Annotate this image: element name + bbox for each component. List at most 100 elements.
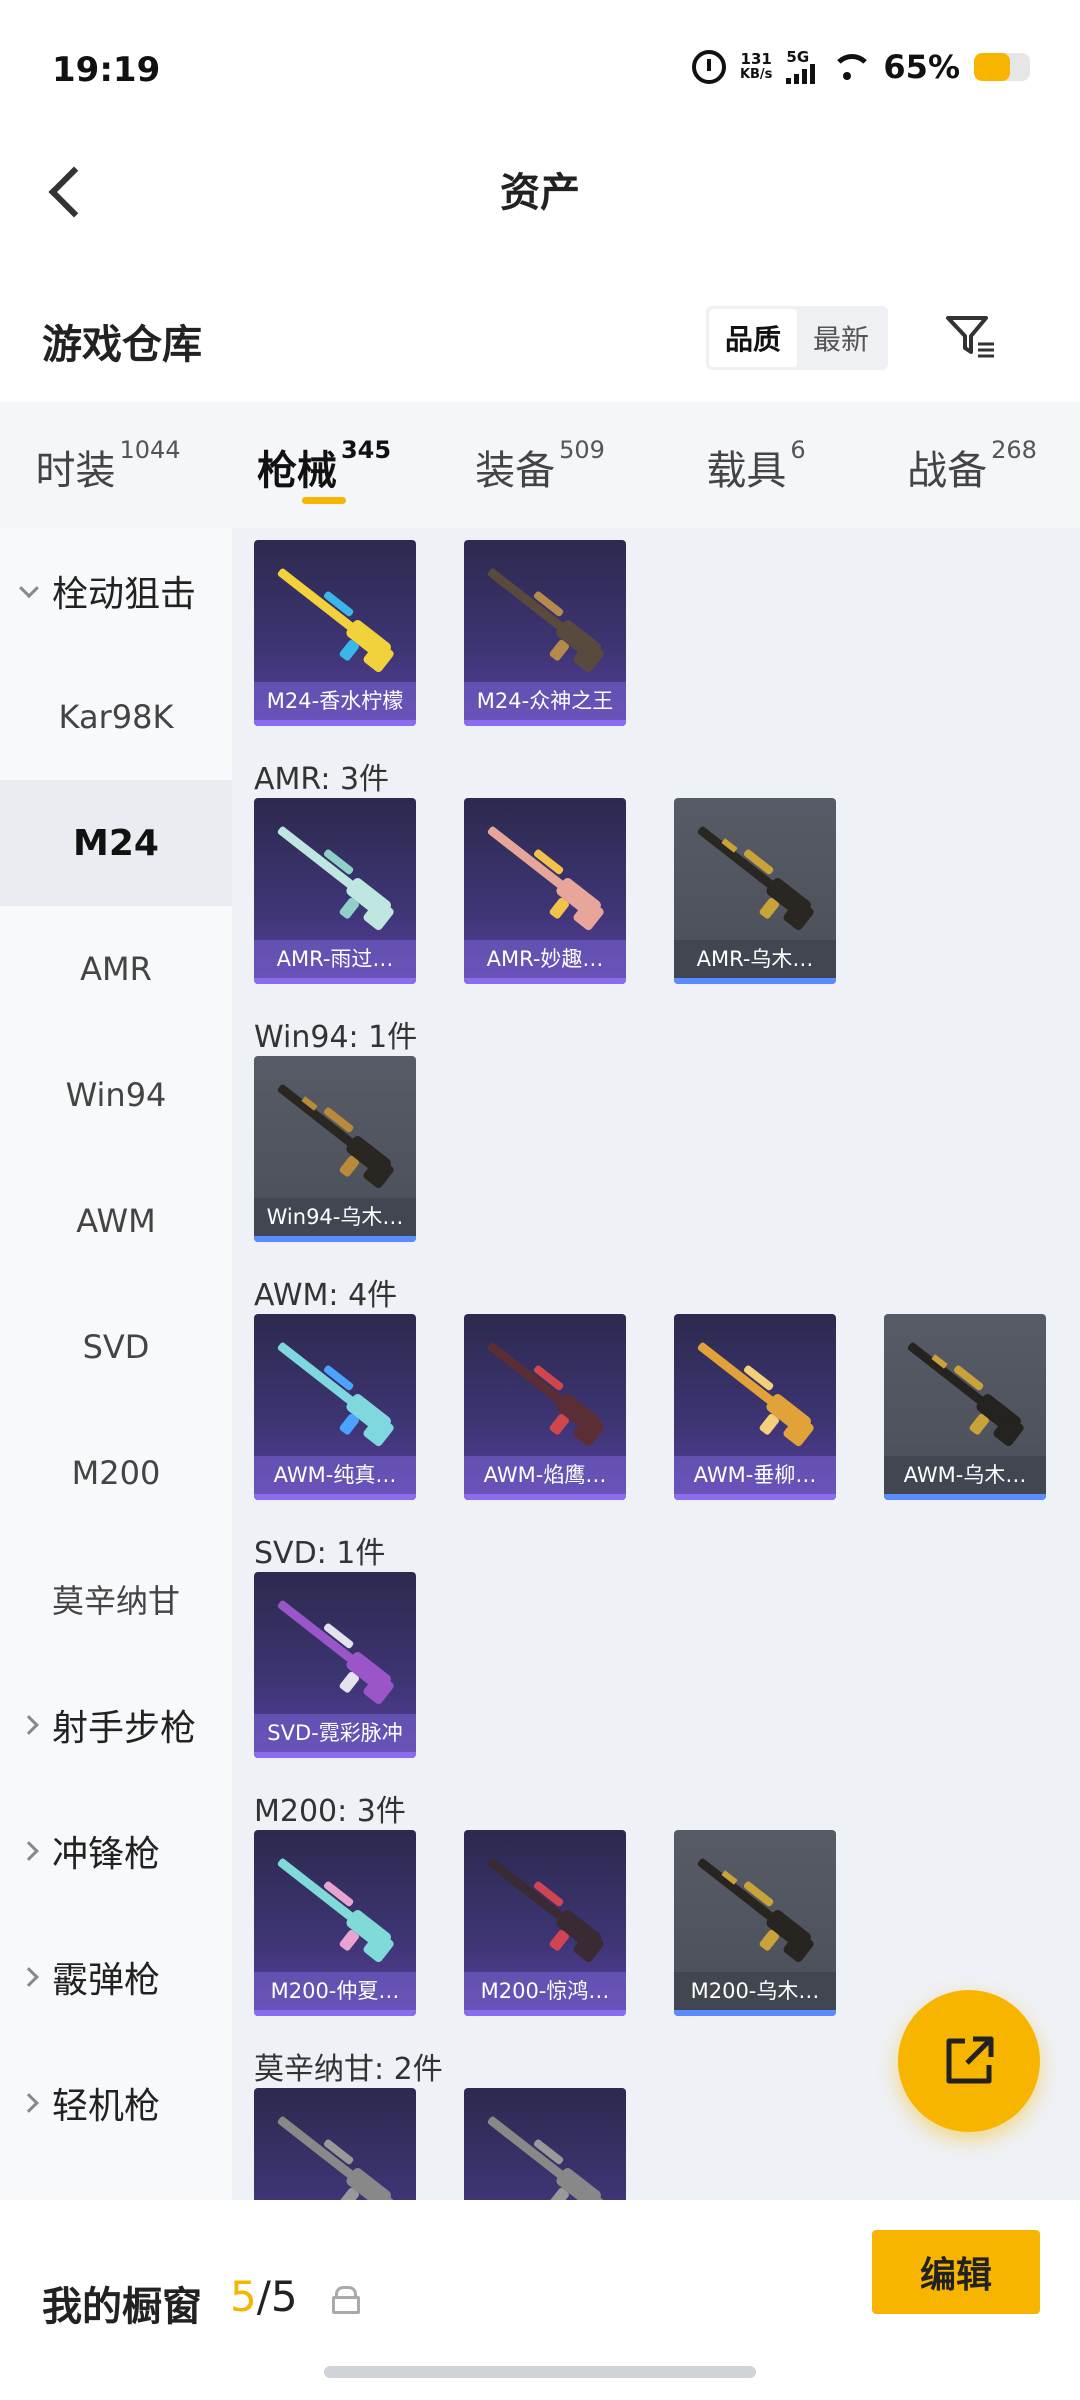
- sidebar-item[interactable]: 莫辛纳甘: [0, 1536, 232, 1662]
- sidebar-label: Kar98K: [58, 698, 174, 736]
- edit-button[interactable]: 编辑: [872, 2230, 1040, 2314]
- section-header: Win94: 1件: [254, 1020, 418, 1055]
- weapon-card[interactable]: AMR-妙趣…: [464, 798, 626, 984]
- weapon-card[interactable]: [464, 2088, 626, 2200]
- sidebar-item[interactable]: M200: [0, 1410, 232, 1536]
- chevron-right-icon: [19, 1715, 39, 1735]
- weapon-card[interactable]: AMR-乌木…: [674, 798, 836, 984]
- rarity-bar: [254, 2010, 416, 2016]
- rifle-icon: [487, 2116, 604, 2200]
- sidebar-item[interactable]: SVD: [0, 1284, 232, 1410]
- share-fab[interactable]: [898, 1990, 1040, 2132]
- showcase-count: 5/5: [230, 2272, 298, 2321]
- rarity-bar: [464, 2010, 626, 2016]
- rifle-icon: [277, 1342, 394, 1447]
- rifle-icon: [907, 1342, 1024, 1447]
- tab-1[interactable]: 枪械 345: [216, 402, 432, 528]
- sidebar-item[interactable]: Win94: [0, 1032, 232, 1158]
- weapon-card[interactable]: AMR-雨过…: [254, 798, 416, 984]
- rifle-icon: [487, 1342, 604, 1447]
- sidebar-group[interactable]: 射手步枪: [0, 1662, 232, 1788]
- weapon-name: AWM-垂柳…: [674, 1456, 836, 1494]
- rifle-icon: [487, 1858, 604, 1963]
- rifle-icon: [277, 826, 394, 931]
- sidebar-group[interactable]: 栓动狙击: [0, 528, 232, 654]
- warehouse-title: 游戏仓库: [42, 322, 202, 368]
- rarity-bar: [254, 720, 416, 726]
- sidebar-label: 轻机枪: [52, 2086, 161, 2127]
- sidebar-label: AWM: [76, 1202, 156, 1240]
- home-indicator[interactable]: [324, 2366, 756, 2378]
- chevron-down-icon: [19, 578, 39, 599]
- rifle-icon: [697, 826, 814, 931]
- chevron-right-icon: [19, 1841, 39, 1861]
- top-nav: 资产: [0, 140, 1080, 250]
- lock-icon: [332, 2286, 360, 2314]
- weapon-card[interactable]: SVD-霓彩脉冲: [254, 1572, 416, 1758]
- rifle-icon: [277, 2116, 394, 2200]
- weapon-card[interactable]: AWM-垂柳…: [674, 1314, 836, 1500]
- sidebar-label: 射手步枪: [52, 1708, 197, 1749]
- sidebar-item[interactable]: AMR: [0, 906, 232, 1032]
- weapon-card[interactable]: M200-乌木…: [674, 1830, 836, 2016]
- tab-label: 载具: [706, 448, 787, 494]
- tab-count: 345: [340, 436, 392, 464]
- sidebar-label: Win94: [65, 1076, 167, 1114]
- rifle-icon: [277, 568, 394, 673]
- sidebar-label: 栓动狙击: [52, 574, 197, 615]
- sidebar-item[interactable]: AWM: [0, 1158, 232, 1284]
- status-icons: 131 KB/s 5G 65%: [691, 48, 1030, 86]
- network-speed: 131 KB/s: [739, 50, 773, 82]
- category-tabs: 时装 1044 枪械 345 装备 509 载具 6 战备 268: [0, 402, 1080, 528]
- rifle-icon: [277, 1600, 394, 1705]
- chevron-right-icon: [19, 2093, 39, 2113]
- sidebar-group[interactable]: 轻机枪: [0, 2040, 232, 2166]
- sidebar-group[interactable]: 霰弹枪: [0, 1914, 232, 2040]
- sidebar-label: M24: [73, 822, 159, 864]
- sidebar-label: AMR: [80, 950, 152, 988]
- sidebar-label: 霰弹枪: [52, 1960, 161, 2001]
- weapon-card[interactable]: M24-众神之王: [464, 540, 626, 726]
- weapon-card[interactable]: M200-惊鸿…: [464, 1830, 626, 2016]
- sort-quality[interactable]: 品质: [709, 309, 797, 367]
- weapon-card[interactable]: AWM-乌木…: [884, 1314, 1046, 1500]
- signal-icon: 5G: [786, 50, 816, 84]
- status-time: 19:19: [52, 50, 161, 90]
- sidebar-item[interactable]: Kar98K: [0, 654, 232, 780]
- sidebar-item[interactable]: M24: [0, 780, 232, 906]
- weapon-name: AWM-焰鹰…: [464, 1456, 626, 1494]
- filter-icon[interactable]: [940, 306, 1000, 366]
- sort-newest[interactable]: 最新: [797, 309, 885, 367]
- tab-count: 268: [991, 436, 1037, 464]
- rifle-icon: [277, 1084, 394, 1189]
- rarity-bar: [254, 978, 416, 984]
- tab-0[interactable]: 时装 1044: [0, 402, 216, 528]
- tab-label: 枪械: [256, 448, 337, 494]
- weapon-name: M200-乌木…: [674, 1972, 836, 2010]
- section-header: 莫辛纳甘: 2件: [254, 2052, 443, 2087]
- weapon-card[interactable]: M200-仲夏…: [254, 1830, 416, 2016]
- weapon-name: AWM-乌木…: [884, 1456, 1046, 1494]
- sidebar-label: SVD: [82, 1328, 150, 1366]
- rarity-bar: [254, 1236, 416, 1242]
- battery-icon: [974, 53, 1030, 81]
- weapon-grid: M24-香水柠檬 M24-众神之王 AMR: 3件 AMR-雨过… AMR-妙趣… AMR…: [232, 528, 1080, 2200]
- rarity-bar: [254, 1494, 416, 1500]
- sort-segmented: 品质 最新: [706, 306, 888, 370]
- weapon-name: AMR-妙趣…: [464, 940, 626, 978]
- share-icon: [946, 2036, 994, 2084]
- rifle-icon: [697, 1342, 814, 1447]
- weapon-name: SVD-霓彩脉冲: [254, 1714, 416, 1752]
- sidebar-group[interactable]: 冲锋枪: [0, 1788, 232, 1914]
- weapon-card[interactable]: AWM-焰鹰…: [464, 1314, 626, 1500]
- tab-3[interactable]: 载具 6: [648, 402, 864, 528]
- tab-4[interactable]: 战备 268: [864, 402, 1080, 528]
- weapon-card[interactable]: M24-香水柠檬: [254, 540, 416, 726]
- weapon-card[interactable]: Win94-乌木…: [254, 1056, 416, 1242]
- tab-2[interactable]: 装备 509: [432, 402, 648, 528]
- alarm-icon: [691, 50, 726, 84]
- rarity-bar: [674, 1494, 836, 1500]
- weapon-card[interactable]: AWM-纯真…: [254, 1314, 416, 1500]
- tab-label: 时装: [35, 448, 116, 494]
- weapon-card[interactable]: [254, 2088, 416, 2200]
